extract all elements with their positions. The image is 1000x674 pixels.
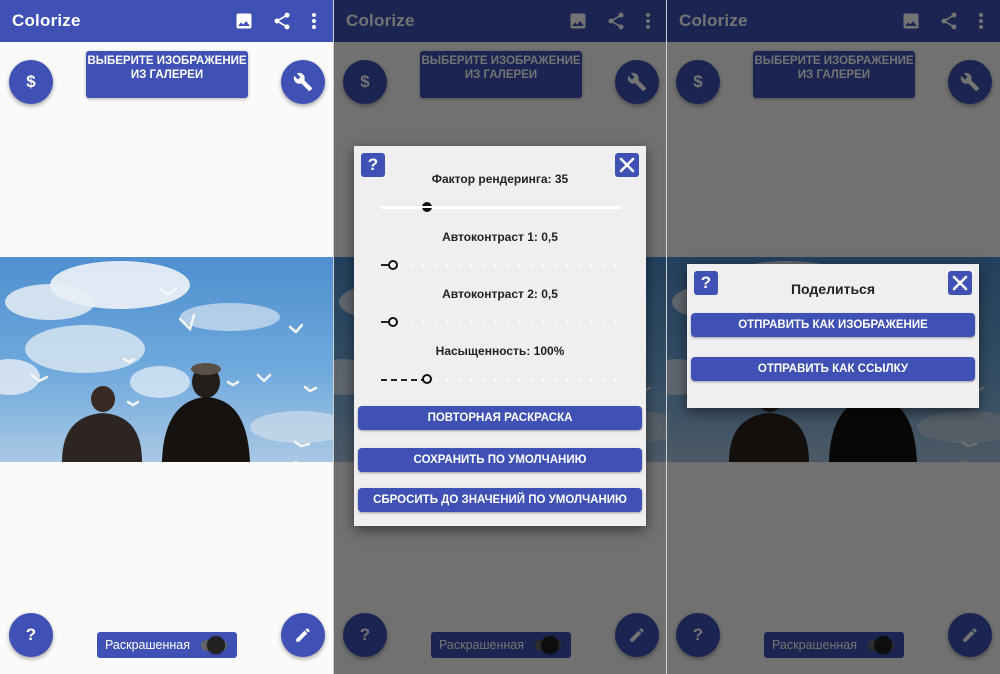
reset-default-button[interactable]: СБРОСИТЬ ДО ЗНАЧЕНИЙ ПО УМОЛЧАНИЮ: [358, 488, 642, 512]
slider-track[interactable]: [381, 378, 621, 381]
toggle-thumb[interactable]: [207, 636, 225, 654]
slider-label: Насыщенность: 100%: [435, 344, 565, 358]
close-icon: [619, 157, 635, 173]
slider-label: Автоконтраст 2: 0,5: [442, 287, 558, 301]
slider-label: Фактор рендеринга: 35: [431, 172, 569, 186]
slider-track[interactable]: [381, 206, 621, 209]
slider-label: Автоконтраст 1: 0,5: [442, 230, 558, 244]
slider-active-track: [381, 379, 427, 381]
slider-thumb[interactable]: [388, 260, 398, 270]
settings-button[interactable]: [281, 60, 325, 104]
more-vert-icon[interactable]: [301, 8, 327, 34]
help-icon: ?: [25, 625, 37, 644]
screen-main: Colorize $ ВЫБЕРИТЕ ИЗОБРАЖЕНИЕ ИЗ ГАЛЕР…: [0, 0, 333, 674]
wrench-icon: [293, 72, 313, 92]
app-bar: Colorize: [0, 0, 333, 42]
slider-track[interactable]: [381, 264, 621, 267]
send-as-image-button[interactable]: ОТПРАВИТЬ КАК ИЗОБРАЖЕНИЕ: [691, 313, 975, 337]
image-icon[interactable]: [231, 8, 257, 34]
edit-button[interactable]: [281, 613, 325, 657]
dollar-icon: $: [26, 72, 36, 91]
close-icon: [952, 275, 968, 291]
colored-toggle[interactable]: Раскрашенная: [97, 632, 237, 658]
save-default-button[interactable]: СОХРАНИТЬ ПО УМОЛЧАНИЮ: [358, 448, 642, 472]
send-as-link-button[interactable]: ОТПРАВИТЬ КАК ССЫЛКУ: [691, 357, 975, 381]
settings-dialog: ? Фактор рендеринга: 35 Автоконтраст 1: 0…: [354, 146, 646, 526]
share-icon[interactable]: [269, 8, 295, 34]
choose-from-gallery-button[interactable]: ВЫБЕРИТЕ ИЗОБРАЖЕНИЕ ИЗ ГАЛЕРЕИ: [86, 51, 248, 98]
pencil-icon: [296, 628, 310, 642]
colored-toggle-label: Раскрашенная: [105, 638, 191, 652]
slider-thumb[interactable]: [388, 317, 398, 327]
screen-settings: Colorize $ ВЫБЕРИТЕ ИЗОБРАЖЕНИЕ ИЗ ГАЛЕР…: [334, 0, 667, 674]
share-dialog: ? Поделиться ОТПРАВИТЬ КАК ИЗОБРАЖЕНИЕ О…: [687, 264, 979, 408]
slider-thumb[interactable]: [422, 374, 432, 384]
dialog-close-button[interactable]: [948, 271, 972, 295]
recolor-button[interactable]: ПОВТОРНАЯ РАСКРАСКА: [358, 406, 642, 430]
colorized-photo: [0, 257, 333, 462]
slider-thumb-mark: [422, 206, 432, 208]
slider-track[interactable]: [381, 321, 621, 324]
share-dialog-title: Поделиться: [790, 281, 876, 297]
help-button[interactable]: ?: [9, 613, 53, 657]
screen-share: Colorize $ ВЫБЕРИТЕ ИЗОБРАЖЕНИЕ ИЗ ГАЛЕР…: [667, 0, 1000, 674]
donate-button[interactable]: $: [9, 60, 53, 104]
app-title: Colorize: [12, 11, 81, 30]
